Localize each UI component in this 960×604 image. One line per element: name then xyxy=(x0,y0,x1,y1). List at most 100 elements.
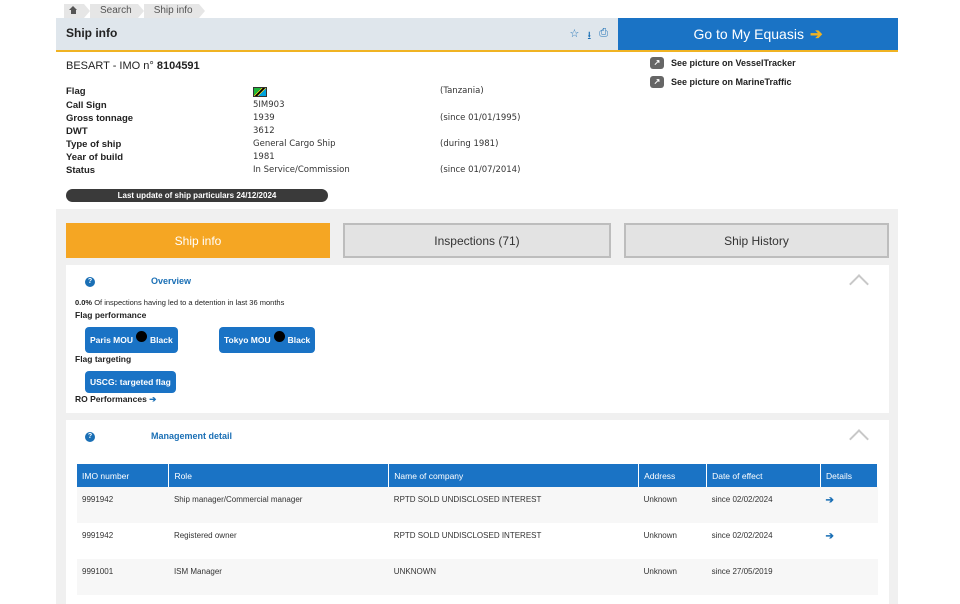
call-sign-value: 5IM903 xyxy=(253,100,285,110)
ro-performances-link[interactable]: RO Performances ➔ xyxy=(75,394,156,405)
flag-targeting-label: Flag targeting xyxy=(75,354,132,364)
ship-name: BESART xyxy=(66,60,110,72)
marinetraffic-link[interactable]: ↗ See picture on MarineTraffic xyxy=(650,76,792,88)
cell-company: RPTD SOLD UNDISCLOSED INTEREST xyxy=(388,487,639,523)
marinetraffic-link-label: See picture on MarineTraffic xyxy=(671,77,792,87)
vesseltracker-link[interactable]: ↗ See picture on VesselTracker xyxy=(650,57,796,69)
cell-imo: 9991942 xyxy=(77,523,169,559)
cell-details: ➔ xyxy=(820,487,878,523)
imo-label: IMO n° xyxy=(119,60,154,72)
cell-company: RPTD SOLD UNDISCLOSED INTEREST xyxy=(388,523,639,559)
help-icon[interactable]: ? xyxy=(85,432,95,442)
paris-mou-org: Paris MOU xyxy=(90,335,133,345)
status-value: In Service/Commission xyxy=(253,165,350,175)
header-actions: ☆ ⭳ ⎙ xyxy=(569,27,608,46)
go-to-my-equasis-label: Go to My Equasis xyxy=(693,26,804,42)
star-icon[interactable]: ☆ xyxy=(569,27,579,46)
help-icon[interactable]: ? xyxy=(85,277,95,287)
home-icon xyxy=(69,6,78,14)
column-role: Role xyxy=(168,464,390,487)
cell-details: ➔ xyxy=(820,523,878,559)
black-list-dot-icon xyxy=(273,330,285,342)
column-address: Address xyxy=(638,464,708,487)
detention-text: Of inspections having led to a detention… xyxy=(94,298,285,307)
table-row: 9991942 Registered owner RPTD SOLD UNDIS… xyxy=(77,523,878,559)
cell-company: UNKNOWN xyxy=(388,559,639,595)
flag-performance-label: Flag performance xyxy=(75,310,147,320)
ship-title: BESART - IMO n° 8104591 xyxy=(66,60,200,72)
gross-tonnage-value: 1939 xyxy=(253,113,275,123)
cell-address: Unknown xyxy=(638,487,707,523)
external-link-icon: ↗ xyxy=(650,57,664,69)
flag-label: Flag xyxy=(66,86,86,97)
year-of-build-value: 1981 xyxy=(253,152,275,162)
tab-ship-info[interactable]: Ship info xyxy=(66,223,330,258)
arrow-right-icon: ➔ xyxy=(149,394,157,404)
cell-date: since 02/02/2024 xyxy=(706,523,821,559)
detention-rate: 0.0% Of inspections having led to a dete… xyxy=(75,298,284,307)
management-title[interactable]: Management detail xyxy=(151,431,232,441)
management-table: IMO number Role Name of company Address … xyxy=(77,464,878,595)
paris-mou-badge: Paris MOU Black xyxy=(85,327,178,353)
page-title: Ship info xyxy=(66,26,118,40)
tab-inspections[interactable]: Inspections (71) xyxy=(343,223,611,258)
type-of-ship-value: General Cargo Ship xyxy=(253,139,336,149)
external-link-icon: ↗ xyxy=(650,76,664,88)
column-company: Name of company xyxy=(388,464,640,487)
type-of-ship-note: (during 1981) xyxy=(440,139,499,149)
status-note: (since 01/07/2014) xyxy=(440,165,521,175)
paris-mou-list: Black xyxy=(150,335,173,345)
arrow-right-icon: ➔ xyxy=(809,26,823,43)
cell-address: Unknown xyxy=(638,523,707,559)
tokyo-mou-badge: Tokyo MOU Black xyxy=(219,327,316,353)
dwt-value: 3612 xyxy=(253,126,275,136)
cell-date: since 27/05/2019 xyxy=(706,559,821,595)
tab-ship-history[interactable]: Ship History xyxy=(624,223,889,258)
cell-details xyxy=(820,559,878,595)
title-separator: - xyxy=(112,60,117,72)
table-row: 9991942 Ship manager/Commercial manager … xyxy=(77,487,878,523)
dwt-label: DWT xyxy=(66,126,88,137)
breadcrumb-ship-info: Ship info xyxy=(143,4,205,18)
cell-date: since 02/02/2024 xyxy=(706,487,821,523)
vesseltracker-link-label: See picture on VesselTracker xyxy=(671,58,796,68)
overview-title[interactable]: Overview xyxy=(151,276,191,286)
breadcrumb-home[interactable] xyxy=(64,4,90,18)
breadcrumb: Search Ship info xyxy=(64,4,205,18)
call-sign-label: Call Sign xyxy=(66,100,107,111)
chevron-up-icon[interactable] xyxy=(849,274,869,294)
overview-panel: ? Overview 0.0% Of inspections having le… xyxy=(66,265,889,413)
arrow-right-icon[interactable]: ➔ xyxy=(826,531,834,542)
flag-country: (Tanzania) xyxy=(440,86,484,96)
gross-tonnage-note: (since 01/01/1995) xyxy=(440,113,521,123)
tanzania-flag-icon xyxy=(253,87,267,97)
column-imo-number: IMO number xyxy=(77,464,170,487)
black-list-dot-icon xyxy=(136,330,147,342)
detention-percentage: 0.0% xyxy=(75,298,93,307)
cell-role: ISM Manager xyxy=(168,559,389,595)
chevron-up-icon[interactable] xyxy=(849,429,869,449)
ro-performances-label: RO Performances xyxy=(75,394,147,404)
cell-role: Registered owner xyxy=(168,523,389,559)
download-icon[interactable]: ⭳ xyxy=(587,27,591,46)
cell-role: Ship manager/Commercial manager xyxy=(168,487,389,523)
cell-address: Unknown xyxy=(638,559,707,595)
column-details: Details xyxy=(820,464,878,487)
uscg-targeted-flag-badge: USCG: targeted flag xyxy=(85,371,176,393)
imo-number: 8104591 xyxy=(156,60,200,72)
tokyo-mou-list: Black xyxy=(287,335,311,345)
arrow-right-icon[interactable]: ➔ xyxy=(826,495,834,506)
column-date-of-effect: Date of effect xyxy=(706,464,821,487)
status-label: Status xyxy=(66,165,96,176)
tokyo-mou-org: Tokyo MOU xyxy=(224,335,271,345)
gross-tonnage-label: Gross tonnage xyxy=(66,113,134,124)
type-of-ship-label: Type of ship xyxy=(66,139,122,150)
breadcrumb-search[interactable]: Search xyxy=(90,4,144,18)
table-header-row: IMO number Role Name of company Address … xyxy=(77,464,878,487)
year-of-build-label: Year of build xyxy=(66,152,124,163)
cell-imo: 9991942 xyxy=(77,487,169,523)
go-to-my-equasis-button[interactable]: Go to My Equasis ➔ xyxy=(618,18,898,52)
cell-imo: 9991001 xyxy=(77,559,169,595)
print-icon[interactable]: ⎙ xyxy=(599,27,608,46)
last-update-badge: Last update of ship particulars 24/12/20… xyxy=(66,189,328,202)
